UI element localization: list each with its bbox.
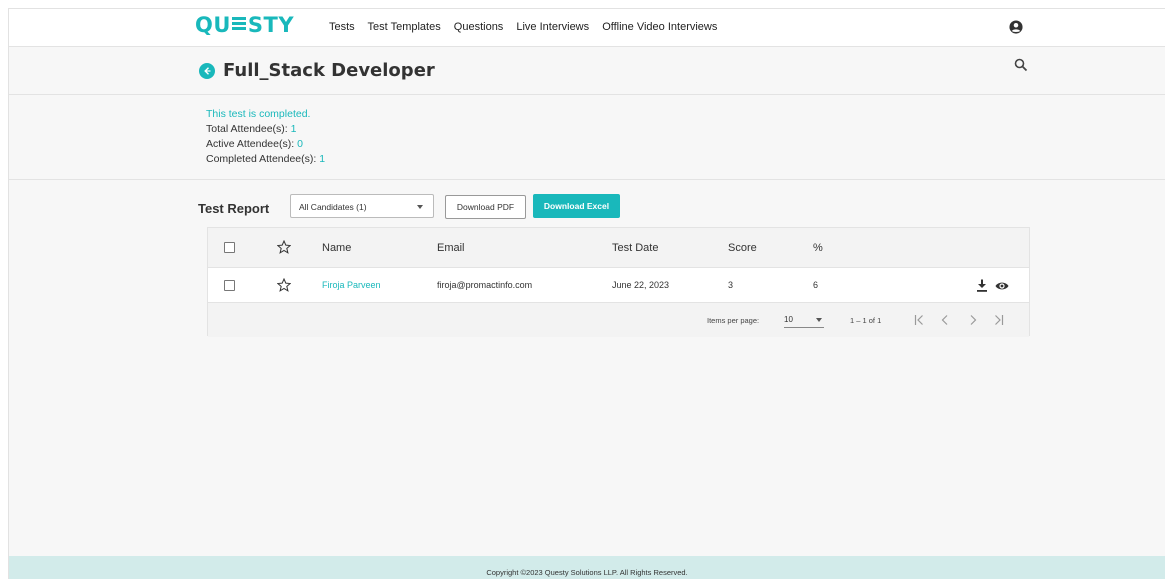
user-circle-icon[interactable] (1009, 20, 1023, 34)
test-report-label: Test Report (198, 201, 270, 216)
star-icon[interactable] (277, 240, 291, 254)
first-page-icon[interactable] (914, 314, 924, 326)
candidate-name-link[interactable]: Firoja Parveen (322, 280, 381, 290)
items-per-page-label: Items per page: (707, 316, 760, 325)
chevron-down-icon (816, 318, 822, 322)
logo-right: STY (247, 13, 295, 37)
select-all-checkbox[interactable] (224, 242, 235, 253)
table-paginator: Items per page: 10 1 – 1 of 1 (208, 303, 1029, 337)
test-summary: This test is completed. Total Attendee(s… (206, 107, 325, 167)
pagination-range: 1 – 1 of 1 (850, 316, 882, 325)
test-status: This test is completed. (206, 108, 311, 120)
table-header: Name Email Test Date Score % (208, 228, 1029, 268)
download-excel-button[interactable]: Download Excel (533, 194, 620, 218)
report-table: Name Email Test Date Score % Firoja Parv… (207, 227, 1030, 337)
candidate-percent: 6 (813, 280, 819, 290)
candidate-filter-value: All Candidates (1) (299, 202, 367, 212)
table-row: Firoja Parveen firoja@promactinfo.com Ju… (208, 268, 1029, 303)
row-checkbox[interactable] (224, 280, 235, 291)
col-header-name[interactable]: Name (322, 242, 351, 254)
candidate-email: firoja@promactinfo.com (437, 280, 533, 290)
nav-test-templates[interactable]: Test Templates (368, 21, 441, 33)
star-icon[interactable] (277, 278, 291, 292)
nav-live-interviews[interactable]: Live Interviews (516, 21, 589, 33)
download-pdf-button[interactable]: Download PDF (445, 195, 526, 219)
app-frame: QU STY Tests Test Templates Questions Liv… (8, 8, 1165, 579)
download-icon[interactable] (976, 279, 988, 292)
col-header-email[interactable]: Email (437, 242, 465, 254)
previous-page-icon[interactable] (940, 314, 950, 326)
back-arrow-icon[interactable] (199, 63, 215, 79)
search-icon[interactable] (1014, 58, 1028, 72)
copyright-text: Copyright ©2023 Questy Solutions LLP. Al… (486, 568, 688, 577)
main-nav: Tests Test Templates Questions Live Inte… (329, 21, 727, 33)
top-navbar: QU STY Tests Test Templates Questions Liv… (9, 9, 1165, 47)
page-footer: Copyright ©2023 Questy Solutions LLP. Al… (9, 556, 1165, 579)
last-page-icon[interactable] (994, 314, 1004, 326)
nav-offline-video-interviews[interactable]: Offline Video Interviews (602, 21, 717, 33)
eye-icon[interactable] (995, 281, 1009, 291)
logo-left: QU (195, 13, 231, 37)
questy-logo[interactable]: QU STY (195, 13, 294, 37)
nav-tests[interactable]: Tests (329, 21, 355, 33)
page-header (9, 47, 1165, 95)
active-attendees: Active Attendee(s): 0 (206, 138, 303, 150)
candidate-filter-select[interactable]: All Candidates (1) (290, 194, 434, 218)
candidate-test-date: June 22, 2023 (612, 280, 670, 290)
nav-questions[interactable]: Questions (454, 21, 504, 33)
col-header-score[interactable]: Score (728, 242, 757, 254)
chevron-down-icon (417, 205, 423, 209)
items-per-page-value: 10 (784, 315, 793, 324)
section-divider (9, 179, 1165, 180)
total-attendees: Total Attendee(s): 1 (206, 123, 297, 135)
col-header-percent[interactable]: % (813, 242, 823, 254)
items-per-page-select[interactable]: 10 (784, 311, 824, 328)
logo-bars-icon (231, 17, 247, 31)
col-header-test-date[interactable]: Test Date (612, 242, 658, 254)
candidate-score: 3 (728, 280, 734, 290)
page-title: Full_Stack Developer (223, 60, 435, 81)
next-page-icon[interactable] (968, 314, 978, 326)
completed-attendees: Completed Attendee(s): 1 (206, 153, 326, 165)
